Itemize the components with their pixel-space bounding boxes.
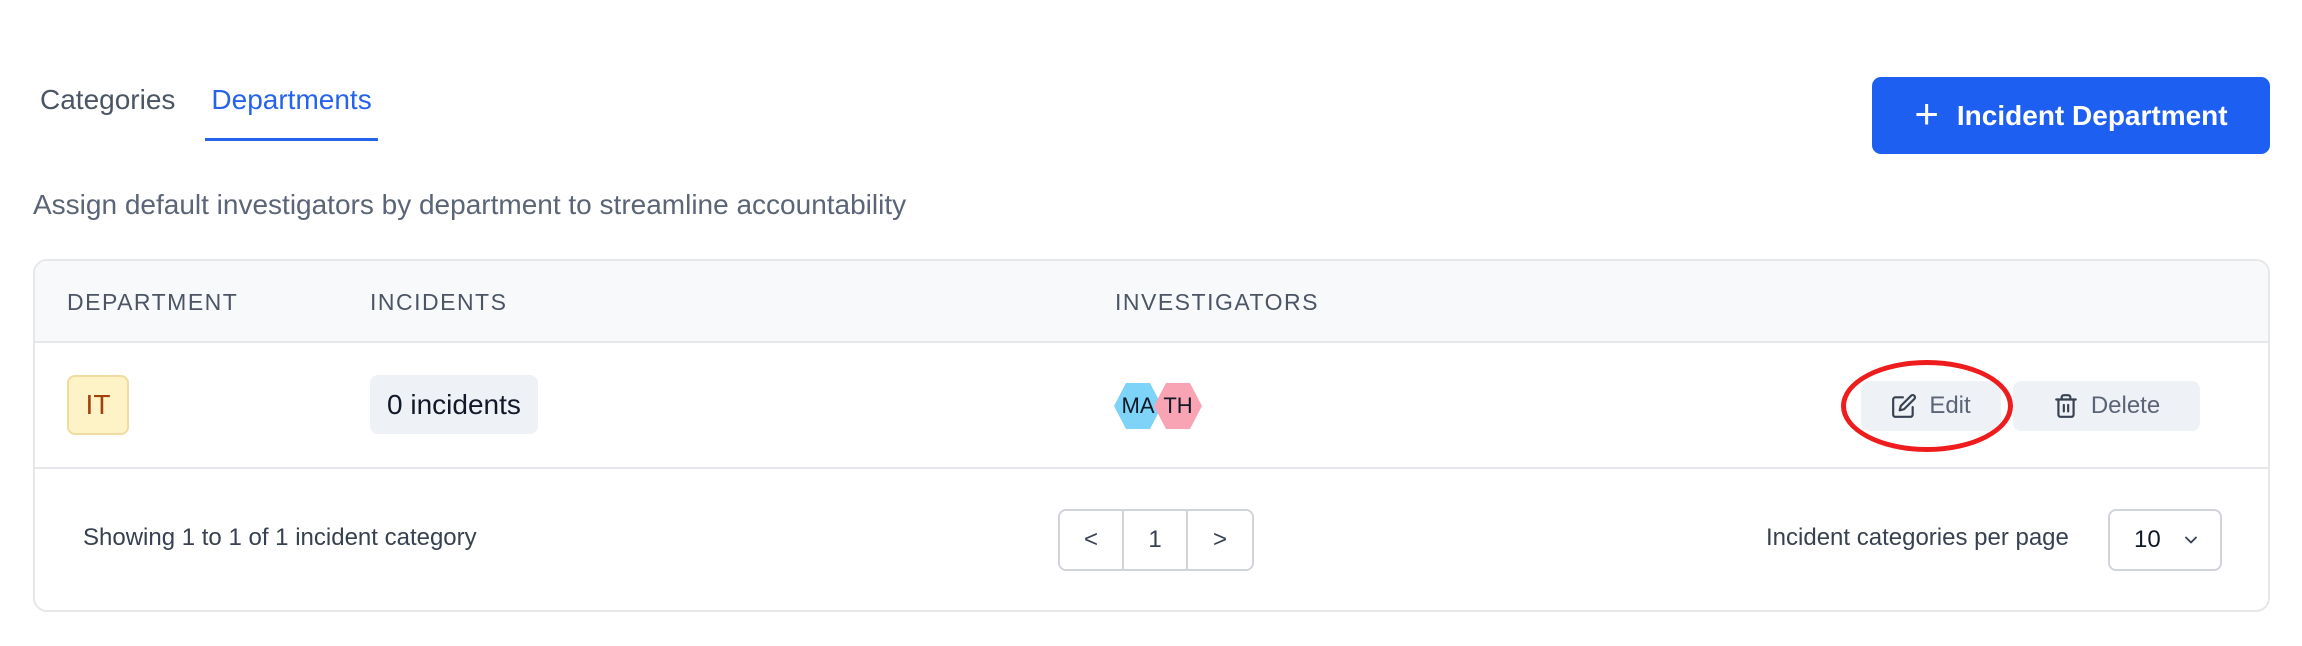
column-header-investigators: INVESTIGATORS [1115,289,1319,315]
pagination-controls: < 1 > [1058,509,1254,571]
delete-button[interactable]: Delete [2013,381,2200,431]
plus-icon: + [1914,89,1939,137]
edit-label: Edit [1929,392,1971,419]
column-header-incidents: INCIDENTS [370,289,508,315]
trash-icon [2054,394,2077,418]
avatar[interactable]: TH [1154,383,1202,429]
incidents-count-badge: 0 incidents [370,375,538,434]
next-page-button[interactable]: > [1188,511,1252,569]
table-footer: Showing 1 to 1 of 1 incident category < … [35,469,2268,610]
add-incident-department-button[interactable]: + Incident Department [1872,77,2270,154]
table-row: IT 0 incidents MA TH Edit Delete [35,343,2268,469]
tab-categories[interactable]: Categories [40,78,175,141]
showing-summary: Showing 1 to 1 of 1 incident category [83,524,477,551]
investigator-avatars: MA TH [1114,383,1214,429]
column-header-department: DEPARTMENT [67,289,239,315]
per-page-select[interactable]: 10 [2108,509,2222,571]
per-page-value: 10 [2134,526,2161,553]
table-header: DEPARTMENT INCIDENTS INVESTIGATORS [35,261,2268,343]
previous-page-button[interactable]: < [1060,511,1124,569]
chevron-down-icon [2184,536,2197,544]
page-subtitle: Assign default investigators by departme… [33,189,907,220]
tab-bar: Categories Departments [40,78,414,141]
page-number-button[interactable]: 1 [1124,511,1188,569]
edit-button[interactable]: Edit [1861,381,2001,431]
delete-label: Delete [2090,392,2161,419]
tab-departments[interactable]: Departments [205,78,378,141]
add-incident-department-label: Incident Department [1956,99,2228,131]
edit-icon [1892,394,1917,418]
per-page-label: Incident categories per page [1766,524,2069,551]
department-badge: IT [67,375,129,435]
departments-table: DEPARTMENT INCIDENTS INVESTIGATORS IT 0 … [33,259,2270,612]
